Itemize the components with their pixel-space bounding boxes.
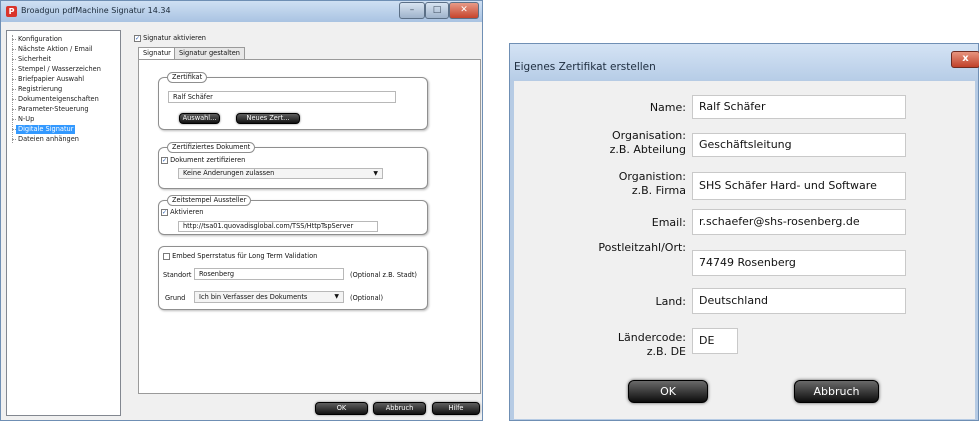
reason-label: Grund bbox=[165, 294, 186, 302]
new-certificate-button[interactable]: Neues Zert... bbox=[236, 113, 300, 124]
enable-signature-label: Signatur aktivieren bbox=[143, 34, 206, 42]
country-field[interactable]: Deutschland bbox=[692, 288, 906, 314]
tree-item-dateien-anhaengen[interactable]: Dateien anhängen bbox=[16, 135, 81, 144]
country-code-field[interactable]: DE bbox=[692, 328, 738, 354]
dialog-ok-button[interactable]: OK bbox=[628, 380, 708, 403]
tree-item-briefpapier[interactable]: Briefpapier Auswahl bbox=[16, 75, 86, 84]
certify-document-label: Dokument zertifizieren bbox=[170, 156, 246, 164]
timestamp-enable-label: Aktivieren bbox=[170, 208, 204, 216]
department-sublabel: z.B. Abteilung bbox=[609, 143, 686, 156]
dialog-close-button[interactable]: x bbox=[951, 51, 979, 68]
location-label: Standort bbox=[163, 271, 192, 279]
select-certificate-button[interactable]: Auswahl... bbox=[179, 113, 220, 124]
help-button[interactable]: Hilfe bbox=[432, 402, 480, 415]
enable-signature-checkbox[interactable]: ✓ bbox=[134, 34, 141, 42]
tree-item-konfiguration[interactable]: Konfiguration bbox=[16, 35, 64, 44]
tab-signatur-gestalten[interactable]: Signatur gestalten bbox=[174, 47, 245, 59]
reason-value: Ich bin Verfasser des Dokuments bbox=[199, 293, 308, 301]
chevron-down-icon: ▼ bbox=[334, 293, 339, 300]
certificate-group-title: Zertifikat bbox=[167, 72, 208, 83]
dialog-cancel-button[interactable]: Abbruch bbox=[794, 380, 879, 403]
title-bar[interactable]: P Broadgun pdfMachine Signatur 14.34 – □… bbox=[1, 1, 482, 22]
dialog-title-bar[interactable]: Eigenes Zertifikat erstellen bbox=[510, 44, 978, 80]
country-code-sublabel: z.B. DE bbox=[646, 345, 686, 358]
certified-document-group-title: Zertifiziertes Dokument bbox=[167, 142, 256, 153]
tree-item-stempel[interactable]: Stempel / Wasserzeichen bbox=[16, 65, 103, 74]
email-label: Email: bbox=[651, 216, 686, 229]
timestamp-enable-row: ✓ Aktivieren bbox=[161, 208, 203, 216]
tree-item-dokumenteigenschaften[interactable]: Dokumenteigenschaften bbox=[16, 95, 101, 104]
close-icon: x bbox=[962, 53, 969, 64]
country-code-label: Ländercode: bbox=[617, 331, 686, 344]
location-hint: (Optional z.B. Stadt) bbox=[350, 271, 417, 279]
timestamp-enable-checkbox[interactable]: ✓ bbox=[161, 208, 168, 216]
company-label: Organistion: bbox=[618, 170, 686, 183]
settings-tree[interactable]: Konfiguration Nächste Aktion / Email Sic… bbox=[6, 30, 121, 416]
name-label: Name: bbox=[649, 101, 686, 114]
reason-hint: (Optional) bbox=[350, 294, 384, 302]
company-field[interactable]: SHS Schäfer Hard- und Software bbox=[692, 172, 906, 200]
ltv-checkbox[interactable] bbox=[163, 252, 170, 260]
cancel-button[interactable]: Abbruch bbox=[373, 402, 426, 415]
close-icon: ✕ bbox=[460, 5, 468, 15]
certification-permission-value: Keine Änderungen zulassen bbox=[183, 169, 275, 177]
tree-item-naechste-aktion[interactable]: Nächste Aktion / Email bbox=[16, 45, 95, 54]
tree-item-sicherheit[interactable]: Sicherheit bbox=[16, 55, 53, 64]
tree-item-parameter-steuerung[interactable]: Parameter-Steuerung bbox=[16, 105, 91, 114]
dialog-body: Name: Ralf Schäfer Organisation: z.B. Ab… bbox=[514, 81, 975, 419]
ltv-row: Embed Sperrstatus für Long Term Validati… bbox=[163, 252, 317, 260]
ltv-label: Embed Sperrstatus für Long Term Validati… bbox=[172, 252, 318, 260]
chevron-down-icon: ▼ bbox=[373, 170, 378, 177]
enable-signature-row: ✓ Signatur aktivieren bbox=[134, 34, 206, 42]
create-certificate-dialog: Eigenes Zertifikat erstellen x Name: Ral… bbox=[509, 43, 979, 421]
department-field[interactable]: Geschäftsleitung bbox=[692, 133, 906, 157]
pdfmachine-settings-window: P Broadgun pdfMachine Signatur 14.34 – □… bbox=[0, 0, 483, 421]
certify-document-checkbox[interactable]: ✓ bbox=[161, 156, 168, 164]
timestamp-url-field[interactable]: http://tsa01.quovadisglobal.com/TSS/Http… bbox=[178, 221, 378, 232]
reason-dropdown[interactable]: Ich bin Verfasser des Dokuments ▼ bbox=[194, 291, 344, 303]
window-title: Broadgun pdfMachine Signatur 14.34 bbox=[21, 6, 171, 15]
tree-item-n-up[interactable]: N-Up bbox=[16, 115, 36, 124]
close-button[interactable]: ✕ bbox=[449, 2, 479, 19]
postal-city-field[interactable]: 74749 Rosenberg bbox=[692, 250, 906, 276]
certificate-name-field[interactable]: Ralf Schäfer bbox=[168, 91, 396, 103]
pdfmachine-app-icon: P bbox=[6, 6, 17, 17]
minimize-icon: – bbox=[409, 5, 415, 15]
ok-button[interactable]: OK bbox=[315, 402, 368, 415]
maximize-button[interactable]: □ bbox=[425, 2, 449, 19]
company-sublabel: z.B. Firma bbox=[631, 184, 686, 197]
tree-item-registrierung[interactable]: Registrierung bbox=[16, 85, 64, 94]
name-field[interactable]: Ralf Schäfer bbox=[692, 95, 906, 119]
timestamp-group-title: Zeitstempel Aussteller bbox=[167, 195, 252, 206]
department-label: Organisation: bbox=[612, 129, 686, 142]
location-field[interactable]: Rosenberg bbox=[194, 268, 344, 280]
country-label: Land: bbox=[655, 295, 686, 308]
minimize-button[interactable]: – bbox=[399, 2, 425, 19]
postal-city-label: Postleitzahl/Ort: bbox=[598, 241, 686, 254]
tree-item-digitale-signatur[interactable]: Digitale Signatur bbox=[16, 125, 76, 134]
certification-permission-dropdown[interactable]: Keine Änderungen zulassen ▼ bbox=[178, 168, 383, 179]
dialog-title: Eigenes Zertifikat erstellen bbox=[514, 61, 656, 73]
certify-document-row: ✓ Dokument zertifizieren bbox=[161, 156, 245, 164]
email-field[interactable]: r.schaefer@shs-rosenberg.de bbox=[692, 209, 906, 235]
maximize-icon: □ bbox=[432, 5, 442, 15]
